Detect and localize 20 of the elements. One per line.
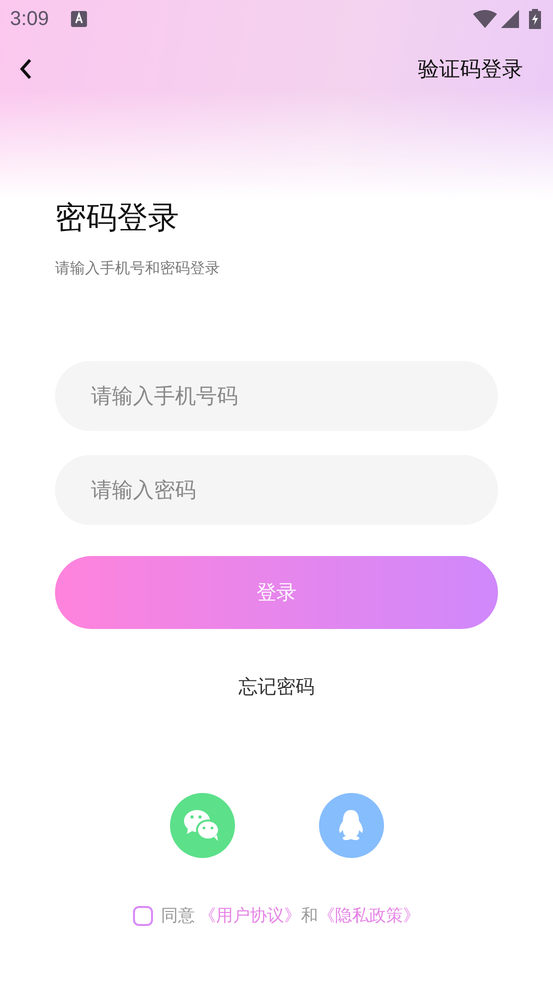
login-button[interactable]: 登录 — [55, 556, 498, 629]
penguin-icon — [336, 808, 366, 842]
password-field[interactable]: 请输入密码 — [55, 455, 498, 525]
agree-checkbox[interactable] — [133, 906, 153, 926]
back-icon — [18, 58, 34, 80]
chat-bubbles-icon — [183, 808, 221, 842]
status-time: 3:09 — [10, 8, 49, 30]
page-title: 密码登录 — [55, 199, 180, 238]
privacy-policy-link[interactable]: 《隐私政策》 — [318, 904, 420, 927]
agree-label: 同意 — [161, 905, 195, 927]
signal-icon — [501, 10, 519, 28]
forgot-password-link[interactable]: 忘记密码 — [232, 673, 320, 701]
agree-joiner: 和 — [301, 905, 318, 927]
wifi-icon — [473, 10, 497, 28]
keyboard-icon — [70, 11, 87, 27]
user-agreement-link[interactable]: 《用户协议》 — [199, 904, 301, 927]
phone-field[interactable]: 请输入手机号码 — [55, 361, 498, 431]
code-login-link[interactable]: 验证码登录 — [418, 55, 523, 83]
page-subtitle: 请输入手机号和密码登录 — [55, 259, 221, 278]
battery-icon — [529, 9, 541, 29]
